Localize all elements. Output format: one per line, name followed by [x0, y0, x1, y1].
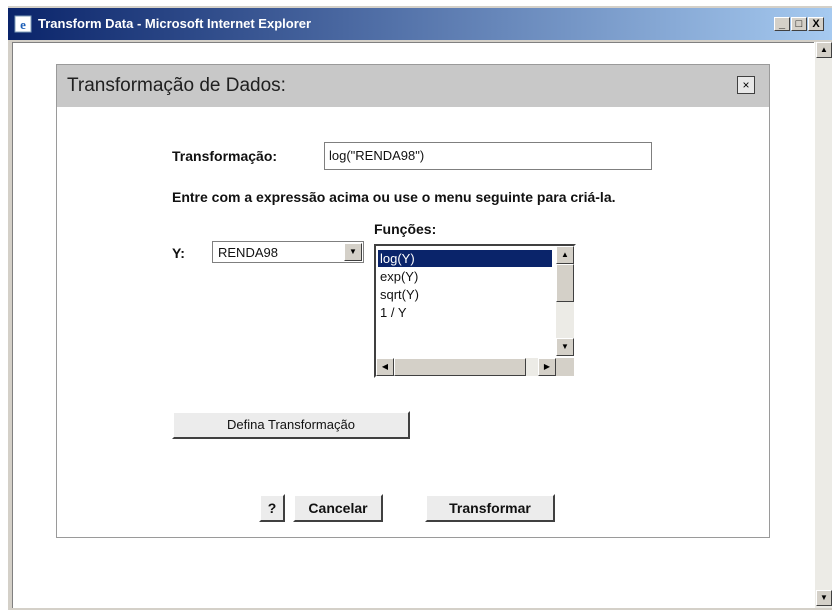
- scroll-up-icon[interactable]: ▲: [556, 246, 574, 264]
- transformacao-input[interactable]: log("RENDA98"): [324, 142, 652, 170]
- page-scrollbar[interactable]: ▲ ▼: [814, 42, 832, 608]
- maximize-button[interactable]: □: [791, 17, 807, 31]
- y-select[interactable]: RENDA98 ▼: [212, 241, 364, 263]
- dialog-close-button[interactable]: ×: [737, 76, 755, 94]
- define-transformation-button[interactable]: Defina Transformação: [172, 411, 410, 439]
- scroll-left-icon[interactable]: ◀: [376, 358, 394, 376]
- dialog-header: Transformação de Dados: ×: [57, 65, 769, 107]
- scrollbar-thumb[interactable]: [556, 264, 574, 302]
- ie-icon: e: [14, 15, 32, 33]
- scroll-right-icon[interactable]: ▶: [538, 358, 556, 376]
- funcoes-listbox[interactable]: log(Y) exp(Y) sqrt(Y) 1 / Y ▲ ▼ ◀ ▶: [374, 244, 576, 378]
- y-label: Y:: [172, 245, 185, 261]
- funcoes-label: Funções:: [374, 221, 437, 237]
- scrollbar-corner: [556, 358, 574, 376]
- funcoes-option[interactable]: exp(Y): [378, 268, 418, 285]
- cancel-button[interactable]: Cancelar: [293, 494, 383, 522]
- svg-text:e: e: [20, 17, 26, 32]
- browser-title: Transform Data - Microsoft Internet Expl…: [38, 16, 312, 31]
- chevron-down-icon[interactable]: ▼: [344, 243, 362, 261]
- listbox-vertical-scrollbar[interactable]: ▲ ▼: [556, 246, 574, 356]
- browser-titlebar: e Transform Data - Microsoft Internet Ex…: [8, 8, 832, 40]
- dialog-title: Transformação de Dados:: [67, 75, 286, 96]
- scrollbar-thumb[interactable]: [394, 358, 526, 376]
- listbox-horizontal-scrollbar[interactable]: ◀ ▶: [376, 358, 556, 376]
- close-window-button[interactable]: X: [808, 17, 824, 31]
- help-button[interactable]: ?: [259, 494, 285, 522]
- y-select-value: RENDA98: [218, 245, 278, 260]
- funcoes-option[interactable]: log(Y): [378, 250, 552, 267]
- scroll-up-icon[interactable]: ▲: [816, 42, 832, 58]
- scroll-down-icon[interactable]: ▼: [556, 338, 574, 356]
- transform-button[interactable]: Transformar: [425, 494, 555, 522]
- minimize-button[interactable]: _: [774, 17, 790, 31]
- funcoes-option[interactable]: sqrt(Y): [378, 286, 419, 303]
- instruction-text: Entre com a expressão acima ou use o men…: [172, 189, 616, 205]
- scroll-down-icon[interactable]: ▼: [816, 590, 832, 606]
- transformacao-label: Transformação:: [172, 148, 278, 164]
- funcoes-option[interactable]: 1 / Y: [378, 304, 407, 321]
